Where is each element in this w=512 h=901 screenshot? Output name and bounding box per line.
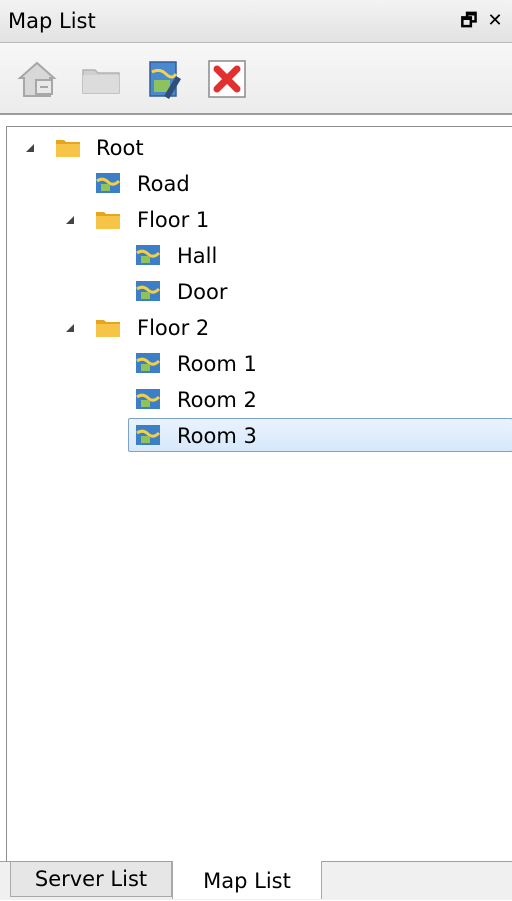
folder-icon xyxy=(82,69,120,94)
tree-node-label: Root xyxy=(96,136,144,160)
tree-node-label: Road xyxy=(137,172,190,196)
map-icon xyxy=(96,173,121,193)
delete-button[interactable] xyxy=(206,58,248,100)
tree-node-door[interactable]: Door xyxy=(7,275,512,309)
red-x-icon xyxy=(208,60,246,98)
map-tree: Root Road Floor 1 Hall Door Floor 2 Room… xyxy=(6,126,512,862)
tree-node-floor-2[interactable]: Floor 2 xyxy=(7,311,512,345)
map-icon xyxy=(136,425,161,445)
tree-node-label: Door xyxy=(177,280,228,304)
toolbar xyxy=(0,43,512,115)
tree-node-room-3[interactable]: Room 3 xyxy=(128,418,512,452)
map-icon xyxy=(136,245,161,265)
close-icon[interactable]: ✕ xyxy=(484,8,506,34)
folder-icon xyxy=(96,320,120,337)
tree-node-room-1[interactable]: Room 1 xyxy=(7,347,512,381)
folder-icon xyxy=(56,140,80,157)
tree-node-label: Room 2 xyxy=(177,388,257,412)
tree-node-label: Floor 2 xyxy=(137,316,210,340)
map-edit-icon xyxy=(149,61,181,99)
tree-node-label: Hall xyxy=(177,244,218,268)
float-window-icon[interactable]: 🗗 xyxy=(458,8,480,34)
bottom-tab-bar: Server List Map List xyxy=(0,861,512,900)
tree-node-label: Floor 1 xyxy=(137,208,210,232)
tab-server-list[interactable]: Server List xyxy=(10,862,172,897)
map-icon xyxy=(136,389,161,409)
tab-map-list[interactable]: Map List xyxy=(172,861,322,899)
tree-node-hall[interactable]: Hall xyxy=(7,239,512,273)
house-map-icon xyxy=(17,61,57,97)
map-icon xyxy=(136,353,161,373)
add-map-button[interactable] xyxy=(16,58,58,100)
folder-icon xyxy=(96,212,120,229)
expand-arrow-icon[interactable] xyxy=(25,143,35,153)
edit-map-button[interactable] xyxy=(144,58,186,100)
panel-title: Map List xyxy=(8,9,96,33)
expand-arrow-icon[interactable] xyxy=(65,215,75,225)
tree-node-floor-1[interactable]: Floor 1 xyxy=(7,203,512,237)
tree-node-label: Room 3 xyxy=(177,424,257,448)
title-bar: Map List 🗗 ✕ xyxy=(0,0,512,43)
map-icon xyxy=(136,281,161,301)
tree-node-root[interactable]: Root xyxy=(7,131,512,165)
add-folder-button[interactable] xyxy=(80,58,122,100)
tree-node-room-2[interactable]: Room 2 xyxy=(7,383,512,417)
tree-node-label: Room 1 xyxy=(177,352,257,376)
expand-arrow-icon[interactable] xyxy=(65,323,75,333)
tree-node-road[interactable]: Road xyxy=(7,167,512,201)
